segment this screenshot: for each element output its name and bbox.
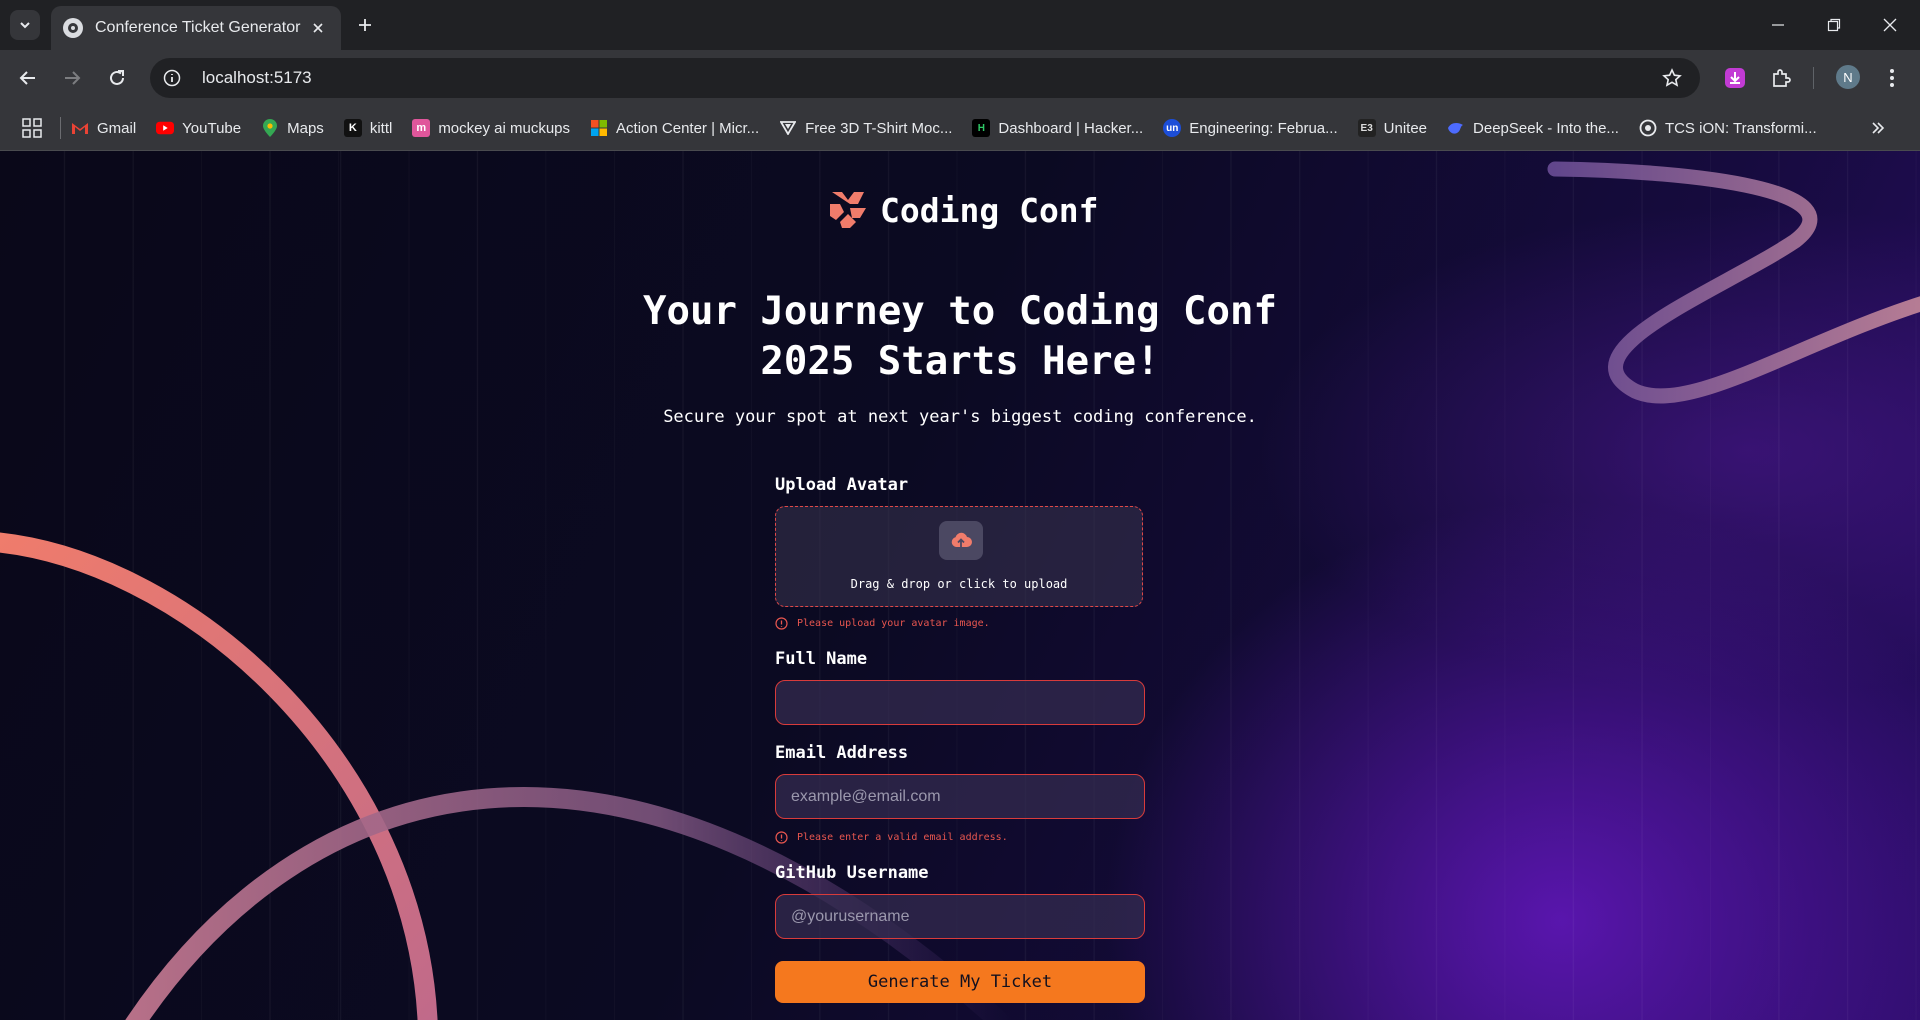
brand-name: Coding Conf xyxy=(880,190,1099,230)
bookmark-label: kittl xyxy=(369,119,393,137)
bookmarks-divider xyxy=(60,117,61,139)
upload-button[interactable] xyxy=(939,521,983,560)
new-tab-button[interactable] xyxy=(352,12,378,38)
brand-logo: Coding Conf xyxy=(828,187,1099,233)
toolbar-divider xyxy=(1813,67,1814,89)
restore-button[interactable] xyxy=(1806,0,1862,50)
active-tab[interactable]: Conference Ticket Generator xyxy=(51,6,341,50)
headline-line-1: Your Journey to Coding Conf xyxy=(643,289,1277,334)
cloud-upload-icon xyxy=(951,532,972,547)
avatar-upload-dropzone[interactable]: Drag & drop or click to upload xyxy=(775,506,1143,607)
error-info-icon xyxy=(775,831,788,844)
github-label: GitHub Username xyxy=(775,863,929,883)
address-bar[interactable]: localhost:5173 xyxy=(150,58,1700,98)
page-favicon-icon xyxy=(63,18,83,38)
maps-icon xyxy=(261,119,279,137)
page-headline: Your Journey to Coding Conf 2025 Starts … xyxy=(560,287,1360,387)
bookmark-mockey[interactable]: m mockey ai muckups xyxy=(412,119,570,137)
full-name-label: Full Name xyxy=(775,649,868,669)
bookmark-label: TCS iON: Transformi... xyxy=(1664,119,1817,137)
email-error-text: Please enter a valid email address. xyxy=(797,832,1008,843)
browser-tab-strip: Conference Ticket Generator xyxy=(0,0,1920,50)
bookmark-label: Engineering: Februa... xyxy=(1189,119,1338,137)
bookmark-label: Dashboard | Hacker... xyxy=(998,119,1144,137)
bookmark-kittl[interactable]: K kittl xyxy=(343,119,393,137)
page-subheadline: Secure your spot at next year's biggest … xyxy=(663,407,1257,427)
avatar-error-text: Please upload your avatar image. xyxy=(797,618,990,629)
close-icon xyxy=(1883,18,1897,32)
conference-page: Coding Conf Your Journey to Coding Conf … xyxy=(0,151,1920,1020)
deepseek-icon xyxy=(1447,119,1465,137)
tcs-icon xyxy=(1639,119,1657,137)
github-username-input[interactable] xyxy=(775,894,1145,939)
coding-conf-logo-icon xyxy=(830,192,866,228)
headline-line-2: 2025 Starts Here! xyxy=(760,339,1160,384)
full-name-input[interactable] xyxy=(775,680,1145,725)
bookmark-deepseek[interactable]: DeepSeek - Into the... xyxy=(1447,119,1619,137)
kittl-icon: K xyxy=(343,119,362,137)
error-info-icon xyxy=(775,617,788,630)
email-input[interactable] xyxy=(775,774,1145,819)
minimize-icon xyxy=(1772,24,1784,26)
bookmark-star-icon[interactable] xyxy=(1660,66,1684,90)
email-error: Please enter a valid email address. xyxy=(775,831,1008,844)
mockey-icon: m xyxy=(412,119,431,137)
bookmark-label: Maps xyxy=(287,119,324,137)
gmail-icon xyxy=(71,119,89,137)
bookmark-hackerrank[interactable]: H Dashboard | Hacker... xyxy=(972,119,1143,137)
restore-icon xyxy=(1827,18,1841,32)
bookmark-label: Action Center | Micr... xyxy=(616,119,760,137)
tab-search-button[interactable] xyxy=(10,10,40,40)
unstop-icon: un xyxy=(1163,119,1182,137)
close-window-button[interactable] xyxy=(1862,0,1918,50)
minimize-button[interactable] xyxy=(1750,0,1806,50)
youtube-icon xyxy=(156,119,175,137)
bookmark-unitee[interactable]: E3 Unitee xyxy=(1357,119,1428,137)
avatar-label: Upload Avatar xyxy=(775,475,909,495)
avatar-error: Please upload your avatar image. xyxy=(775,617,990,630)
unitee-icon: E3 xyxy=(1357,119,1376,137)
upload-hint: Drag & drop or click to upload xyxy=(850,577,1068,591)
back-button[interactable] xyxy=(12,62,44,94)
reload-icon xyxy=(110,70,124,85)
bookmark-label: Unitee xyxy=(1383,119,1428,137)
more-bookmarks-chevron-icon[interactable] xyxy=(1866,116,1890,140)
bookmark-youtube[interactable]: YouTube xyxy=(156,119,241,137)
url-text: localhost:5173 xyxy=(202,68,312,87)
tab-title: Conference Ticket Generator xyxy=(95,19,301,36)
apps-grid-icon[interactable] xyxy=(20,116,44,140)
email-label: Email Address xyxy=(775,743,909,763)
generate-ticket-button[interactable]: Generate My Ticket xyxy=(775,961,1145,1003)
bookmark-label: mockey ai muckups xyxy=(438,119,571,137)
tshirt-icon xyxy=(779,119,797,137)
close-tab-icon[interactable] xyxy=(307,17,329,39)
profile-avatar[interactable]: N xyxy=(1836,65,1860,89)
bookmark-label: DeepSeek - Into the... xyxy=(1473,119,1619,137)
chevron-down-icon xyxy=(20,22,30,29)
bookmark-label: YouTube xyxy=(182,119,242,137)
browser-menu-icon[interactable] xyxy=(1878,64,1906,92)
bookmark-label: Gmail xyxy=(97,119,137,137)
bookmark-tcs-ion[interactable]: TCS iON: Transformi... xyxy=(1639,119,1817,137)
reload-button[interactable] xyxy=(101,62,133,94)
plus-icon xyxy=(359,19,371,31)
bookmark-gmail[interactable]: Gmail xyxy=(71,119,136,137)
bookmark-engineering[interactable]: un Engineering: Februa... xyxy=(1163,119,1338,137)
bookmark-label: Free 3D T-Shirt Moc... xyxy=(805,119,953,137)
bookmark-action-center[interactable]: Action Center | Micr... xyxy=(590,119,759,137)
hackerrank-icon: H xyxy=(972,119,991,137)
bookmark-tshirt-mockup[interactable]: Free 3D T-Shirt Moc... xyxy=(779,119,952,137)
arrow-right-icon xyxy=(65,71,81,85)
bookmark-maps[interactable]: Maps xyxy=(261,119,324,137)
browser-toolbar: localhost:5173 N xyxy=(0,50,1920,106)
site-info-icon[interactable] xyxy=(154,60,190,96)
microsoft-icon xyxy=(590,119,608,137)
extensions-puzzle-icon[interactable] xyxy=(1767,64,1795,92)
forward-button[interactable] xyxy=(56,62,88,94)
bookmarks-bar: Gmail YouTube Maps K kittl m mockey ai m… xyxy=(0,106,1920,151)
arrow-left-icon xyxy=(19,71,35,85)
download-extension-icon[interactable] xyxy=(1721,64,1749,92)
